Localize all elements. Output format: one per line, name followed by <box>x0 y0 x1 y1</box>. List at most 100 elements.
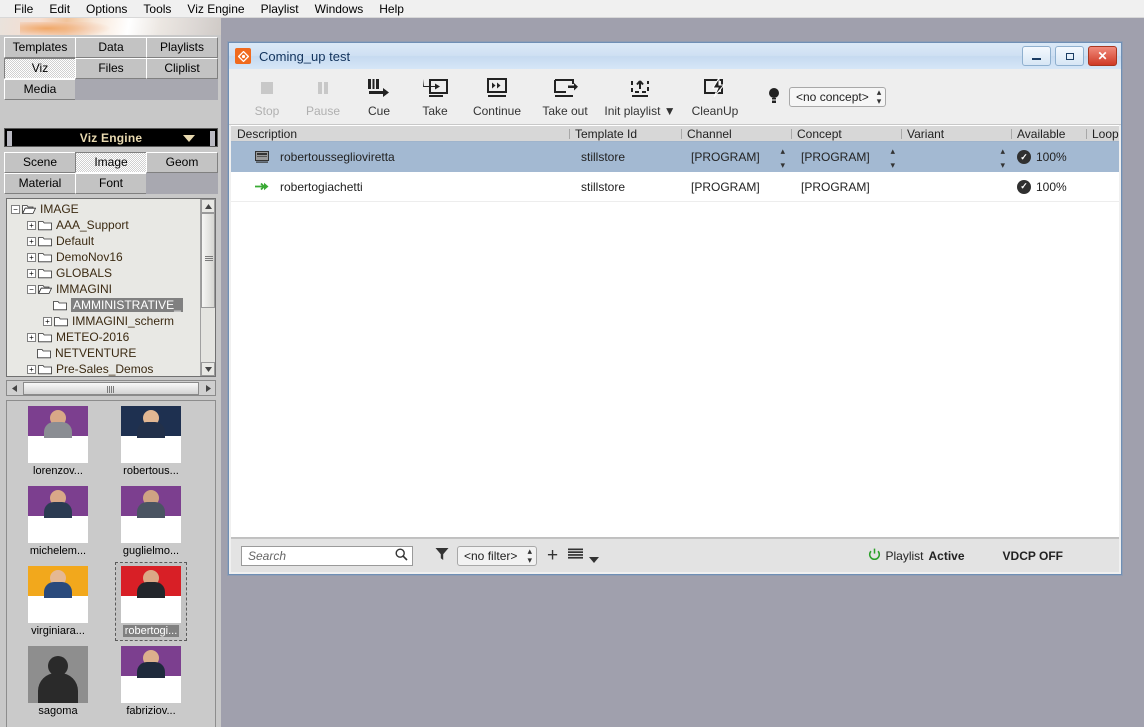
sidebar-tab-files[interactable]: Files <box>75 58 147 79</box>
thumbnail-item[interactable]: robertous... <box>116 403 186 480</box>
sidebar-tab-data[interactable]: Data <box>75 37 147 58</box>
tree-horizontal-scrollbar[interactable] <box>6 380 216 396</box>
tree-expander-plus-icon[interactable]: + <box>27 332 36 342</box>
tree-item-immagini-scherm[interactable]: + IMMAGINI_scherm <box>7 313 200 329</box>
scroll-up-icon[interactable] <box>201 199 215 213</box>
cell-concept[interactable]: [PROGRAM] ▴ ▾ <box>791 142 901 172</box>
scroll-right-icon[interactable] <box>201 381 215 395</box>
value-spinner-icon[interactable]: ▴ ▾ <box>780 146 785 170</box>
table-row[interactable]: robertogiachetti stillstore [PROGRAM] [PROG… <box>231 172 1119 202</box>
scroll-left-icon[interactable] <box>7 381 21 395</box>
tree-vertical-scrollbar[interactable] <box>200 199 215 376</box>
tree-item-demonov16[interactable]: + DemoNov16 <box>7 249 200 265</box>
tree-scroll-thumb[interactable] <box>201 213 215 308</box>
cell-concept[interactable]: [PROGRAM] <box>791 172 901 201</box>
table-row[interactable]: robertousseglioviretta stillstore [PROGRAM… <box>231 142 1119 172</box>
asset-tab-image[interactable]: Image <box>75 152 147 173</box>
column-header-template-id[interactable]: Template Id <box>569 127 681 141</box>
tree-item-netventure[interactable]: NETVENTURE <box>7 345 200 361</box>
cell-loop[interactable] <box>1086 172 1126 201</box>
tree-item-amministrative[interactable]: AMMINISTRATIVE_ <box>7 297 200 313</box>
thumbnail-item[interactable]: virginiara... <box>23 563 93 640</box>
pause-button[interactable]: Pause <box>295 69 351 118</box>
cell-loop[interactable] <box>1086 142 1126 172</box>
value-spinner-icon[interactable]: ▴ ▾ <box>890 146 895 170</box>
tree-expander-plus-icon[interactable]: + <box>43 316 52 326</box>
init-playlist-button[interactable]: Init playlist ▼ <box>599 69 681 118</box>
viz-engine-header[interactable]: Viz Engine <box>4 128 218 147</box>
tree-expander-minus-icon[interactable]: − <box>27 284 36 294</box>
window-title-bar[interactable]: Coming_up test ✕ <box>229 43 1121 69</box>
asset-tab-scene[interactable]: Scene <box>4 152 76 173</box>
menu-item-tools[interactable]: Tools <box>135 0 179 18</box>
sidebar-tab-playlists[interactable]: Playlists <box>146 37 218 58</box>
sidebar-tab-templates[interactable]: Templates <box>4 37 76 58</box>
add-item-button[interactable]: + <box>547 546 558 565</box>
tree-expander-plus-icon[interactable]: + <box>27 252 36 262</box>
menu-item-windows[interactable]: Windows <box>307 0 372 18</box>
tree-item-image[interactable]: − IMAGE <box>7 201 200 217</box>
tree-expander-plus-icon[interactable]: + <box>27 236 36 246</box>
column-header-channel[interactable]: Channel <box>681 127 791 141</box>
column-header-concept[interactable]: Concept <box>791 127 901 141</box>
asset-tab-geom[interactable]: Geom <box>146 152 218 173</box>
thumbnail-browser[interactable]: lorenzov... robertous... michelem... guglie… <box>6 400 216 727</box>
thumbnail-item[interactable]: sagoma <box>23 643 93 720</box>
menu-item-options[interactable]: Options <box>78 0 135 18</box>
asset-tab-material[interactable]: Material <box>4 173 76 194</box>
cell-channel[interactable]: [PROGRAM] ▴ ▾ <box>681 142 791 172</box>
sidebar-tab-cliplist[interactable]: Cliplist <box>146 58 218 79</box>
value-spinner-icon[interactable]: ▴ ▾ <box>1000 146 1005 170</box>
caret-down-icon[interactable] <box>589 552 600 566</box>
menu-item-edit[interactable]: Edit <box>41 0 78 18</box>
cell-variant[interactable] <box>901 172 1011 201</box>
cleanup-button[interactable]: CleanUp <box>681 69 749 118</box>
filter-dropdown[interactable]: <no filter> ▴ ▾ <box>457 545 537 566</box>
menu-item-playlist[interactable]: Playlist <box>253 0 307 18</box>
concept-spinner-icon[interactable]: ▴ ▾ <box>869 88 882 106</box>
menu-item-viz-engine[interactable]: Viz Engine <box>179 0 252 18</box>
filter-spinner-icon[interactable]: ▴ ▾ <box>519 546 532 565</box>
tree-expander-minus-icon[interactable]: − <box>11 204 20 214</box>
minimize-button[interactable] <box>1022 46 1051 66</box>
list-icon[interactable] <box>568 548 584 564</box>
column-header-available[interactable]: Available <box>1011 127 1086 141</box>
cell-description[interactable]: robertousseglioviretta <box>231 142 569 172</box>
take-out-button[interactable]: Take out <box>531 69 599 118</box>
funnel-icon[interactable] <box>435 547 449 564</box>
take-button[interactable]: Take <box>407 69 463 118</box>
column-header-description[interactable]: Description <box>231 127 569 141</box>
stop-button[interactable]: Stop <box>239 69 295 118</box>
tree-expander-plus-icon[interactable]: + <box>27 268 36 278</box>
tree-item-globals[interactable]: + GLOBALS <box>7 265 200 281</box>
thumbnail-item[interactable]: lorenzov... <box>23 403 93 480</box>
menu-item-file[interactable]: File <box>6 0 41 18</box>
asset-tree[interactable]: − IMAGE + AAA_Support + Default + DemoNov16 + GLO… <box>6 198 216 377</box>
cue-button[interactable]: Cue <box>351 69 407 118</box>
tree-expander-plus-icon[interactable]: + <box>27 364 36 374</box>
thumbnail-item[interactable]: michelem... <box>23 483 93 560</box>
chevron-down-icon[interactable] <box>183 135 195 142</box>
tree-item-pre-sales-demos[interactable]: + Pre-Sales_Demos <box>7 361 200 376</box>
search-icon[interactable] <box>395 547 408 564</box>
cell-variant[interactable]: ▴ ▾ <box>901 142 1011 172</box>
cell-channel[interactable]: [PROGRAM] <box>681 172 791 201</box>
search-input[interactable]: Search <box>241 545 413 566</box>
scroll-down-icon[interactable] <box>201 362 215 376</box>
tree-item-immagini[interactable]: − IMMAGINI <box>7 281 200 297</box>
horizontal-scroll-thumb[interactable] <box>23 381 199 395</box>
column-header-variant[interactable]: Variant <box>901 127 1011 141</box>
cell-description[interactable]: robertogiachetti <box>231 172 569 201</box>
tree-item-default[interactable]: + Default <box>7 233 200 249</box>
asset-tab-font[interactable]: Font <box>75 173 147 194</box>
tree-item-meteo-2016[interactable]: + METEO-2016 <box>7 329 200 345</box>
thumbnail-item[interactable]: robertogi... <box>115 562 187 641</box>
thumbnail-item[interactable]: fabriziov... <box>116 643 186 720</box>
tree-item-aaa-support[interactable]: + AAA_Support <box>7 217 200 233</box>
thumbnail-item[interactable]: guglielmo... <box>116 483 186 560</box>
sidebar-tab-viz[interactable]: Viz <box>4 58 76 79</box>
maximize-button[interactable] <box>1055 46 1084 66</box>
column-header-loop[interactable]: Loop <box>1086 127 1126 141</box>
tree-expander-plus-icon[interactable]: + <box>27 220 36 230</box>
close-button[interactable]: ✕ <box>1088 46 1117 66</box>
